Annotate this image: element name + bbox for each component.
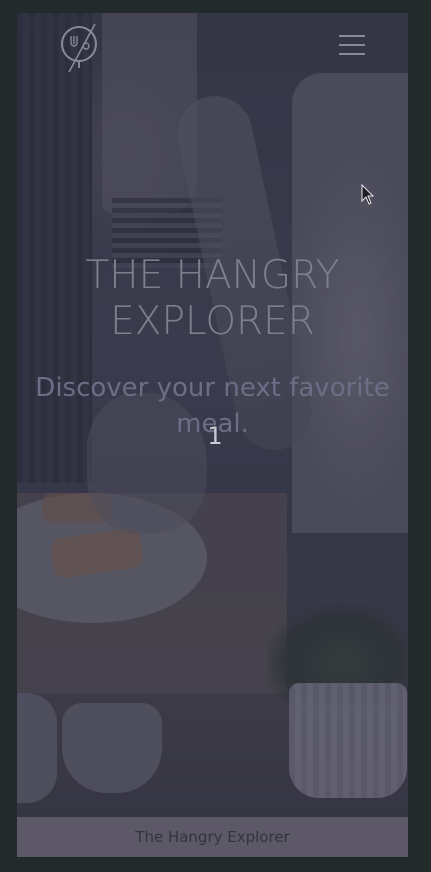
footer: The Hangry Explorer [17,817,408,857]
hamburger-line [339,53,365,55]
app-frame: THE HANGRY EXPLORER Discover your next f… [17,13,408,857]
fork-knife-compass-icon[interactable] [57,18,103,74]
hamburger-menu-icon[interactable] [339,35,365,55]
hero-title: THE HANGRY EXPLORER [85,253,340,344]
mouse-pointer-icon [361,184,375,205]
hamburger-line [339,44,365,46]
footer-text: The Hangry Explorer [135,828,290,846]
hamburger-line [339,35,365,37]
slide-number: 1 [207,422,223,450]
